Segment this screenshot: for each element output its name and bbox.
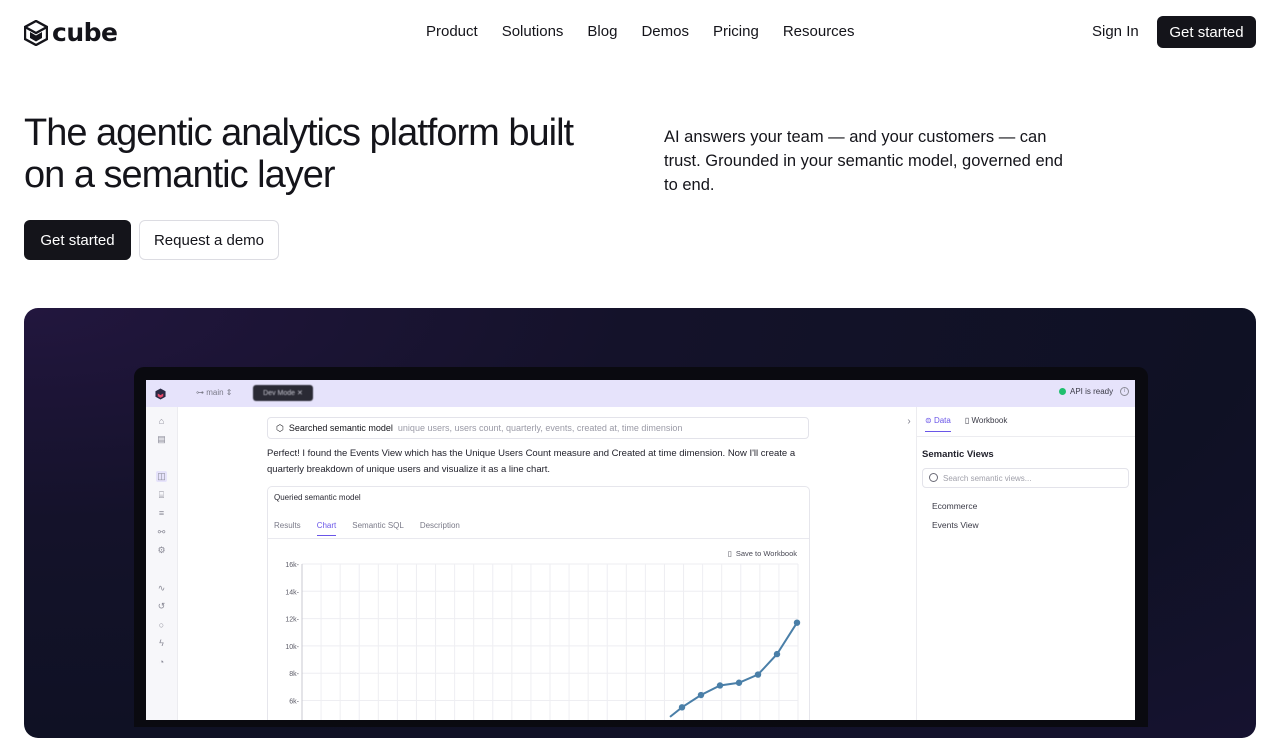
y-tick-label: 12k- — [285, 617, 299, 624]
status-dot-icon — [1059, 388, 1066, 395]
tab-semantic-sql[interactable]: Semantic SQL — [352, 521, 404, 536]
link-icon[interactable]: ⚯ — [156, 527, 167, 538]
series-line — [669, 622, 798, 718]
history-icon[interactable]: ↺ — [156, 601, 167, 612]
build-icon[interactable]: ⌸ — [156, 490, 167, 501]
tab-results[interactable]: Results — [274, 521, 301, 536]
request-demo-button[interactable]: Request a demo — [139, 220, 279, 260]
info-icon[interactable]: i — [1120, 387, 1130, 396]
message-icon[interactable]: ○ — [156, 620, 167, 631]
brand-logo[interactable]: cube — [24, 18, 118, 47]
tab-workbook-label: Workbook — [971, 416, 1008, 425]
tab-data-label: Data — [933, 416, 951, 425]
app-topbar: ⊶ main ⇕ Dev Mode ✕ API is ready i — [146, 380, 1135, 407]
view-ecommerce[interactable]: Ecommerce — [932, 501, 977, 511]
bolt-icon[interactable]: ϟ — [156, 638, 167, 649]
bookmark-icon: ▯ — [727, 549, 732, 558]
data-point — [678, 704, 686, 711]
searched-semantic-model[interactable]: ⬡ Searched semantic model unique users, … — [267, 417, 809, 439]
cube-logo-icon — [24, 19, 48, 46]
branch-selector[interactable]: ⊶ main ⇕ — [196, 388, 233, 397]
y-tick-label: 6k- — [289, 699, 299, 706]
main-nav: Product Solutions Blog Demos Pricing Res… — [426, 22, 879, 42]
y-tick-label: 14k- — [285, 589, 299, 596]
app-screen: ⊶ main ⇕ Dev Mode ✕ API is ready i ⌂ ▤ ◫… — [146, 380, 1135, 720]
searched-terms: unique users, users count, quarterly, ev… — [397, 423, 683, 433]
search-icon — [929, 473, 938, 482]
nav-solutions[interactable]: Solutions — [502, 22, 564, 42]
app-sidebar: ⌂ ▤ ◫ ⌸ ≡ ⚯ ⚙ ∿ ↺ ○ ϟ ◔ — [146, 407, 178, 720]
activity-icon[interactable]: ∿ — [156, 583, 167, 594]
right-tabs: ⊜ Data ▯ Workbook — [925, 416, 1007, 432]
hero-title: The agentic analytics platform built on … — [24, 112, 574, 196]
data-point — [716, 682, 724, 689]
branch-name: main — [206, 388, 224, 397]
view-events-view[interactable]: Events View — [932, 520, 979, 530]
cube-app-icon — [155, 388, 166, 400]
sign-in-link[interactable]: Sign In — [1092, 22, 1139, 42]
site-header: cube Product Solutions Blog Demos Pricin… — [0, 0, 1280, 64]
nav-blog[interactable]: Blog — [587, 22, 617, 42]
api-status: API is ready i — [1059, 387, 1130, 396]
api-status-label: API is ready — [1070, 387, 1114, 396]
tab-data[interactable]: ⊜ Data — [925, 416, 951, 432]
searched-label: Searched semantic model — [288, 423, 393, 433]
nav-pricing[interactable]: Pricing — [713, 22, 759, 42]
settings-icon[interactable]: ⚙ — [156, 545, 167, 556]
collapse-panel-chevron-icon[interactable]: › — [901, 412, 917, 432]
assistant-message: Perfect! I found the Events View which h… — [267, 448, 796, 475]
tab-description[interactable]: Description — [420, 521, 460, 536]
semantic-views-search-input[interactable]: Search semantic views... — [922, 468, 1129, 488]
y-tick-label: 10k- — [285, 644, 299, 651]
right-tab-divider — [917, 436, 1135, 437]
nav-demos[interactable]: Demos — [641, 22, 689, 42]
nav-product[interactable]: Product — [426, 22, 478, 42]
chat-icon[interactable]: ◫ — [156, 471, 167, 482]
gauge-icon[interactable]: ◔ — [156, 657, 167, 668]
cube-small-icon: ⬡ — [276, 422, 284, 433]
hero-get-started-button[interactable]: Get started — [24, 220, 131, 260]
home-icon[interactable]: ⌂ — [156, 416, 167, 427]
dev-mode-label: Dev Mode — [263, 389, 296, 397]
y-tick-label: 16k- — [285, 562, 299, 569]
semantic-views-title: Semantic Views — [922, 449, 994, 460]
nav-resources[interactable]: Resources — [783, 22, 855, 42]
brand-name: cube — [52, 18, 118, 47]
card-title: Queried semantic model — [274, 493, 361, 502]
data-point — [793, 619, 801, 626]
tab-workbook[interactable]: ▯ Workbook — [965, 416, 1008, 432]
data-point — [754, 671, 762, 678]
right-panel: ⊜ Data ▯ Workbook Semantic Views Search … — [916, 407, 1135, 720]
tab-divider — [268, 538, 809, 539]
search-placeholder: Search semantic views... — [943, 473, 1032, 483]
data-point — [735, 679, 743, 686]
dev-mode-badge[interactable]: Dev Mode ✕ — [253, 385, 313, 401]
save-label: Save to Workbook — [735, 549, 797, 558]
y-tick-label: 8k- — [289, 671, 299, 678]
unique-users-line-chart: 16k- 14k- 12k- 10k- 8k- 6k- — [285, 562, 801, 720]
tab-chart[interactable]: Chart — [316, 521, 337, 536]
query-tabs: Results Chart Semantic SQL Description — [274, 521, 460, 536]
hero-subtitle: AI answers your team — and your customer… — [664, 128, 1063, 194]
docs-icon[interactable]: ▤ — [156, 434, 167, 445]
database-icon[interactable]: ≡ — [156, 508, 167, 519]
save-to-workbook-button[interactable]: ▯ Save to Workbook — [728, 549, 797, 558]
data-point — [697, 691, 705, 699]
data-point — [773, 650, 781, 658]
query-card: Queried semantic model Results Chart Sem… — [267, 486, 810, 720]
header-get-started-button[interactable]: Get started — [1157, 16, 1256, 48]
